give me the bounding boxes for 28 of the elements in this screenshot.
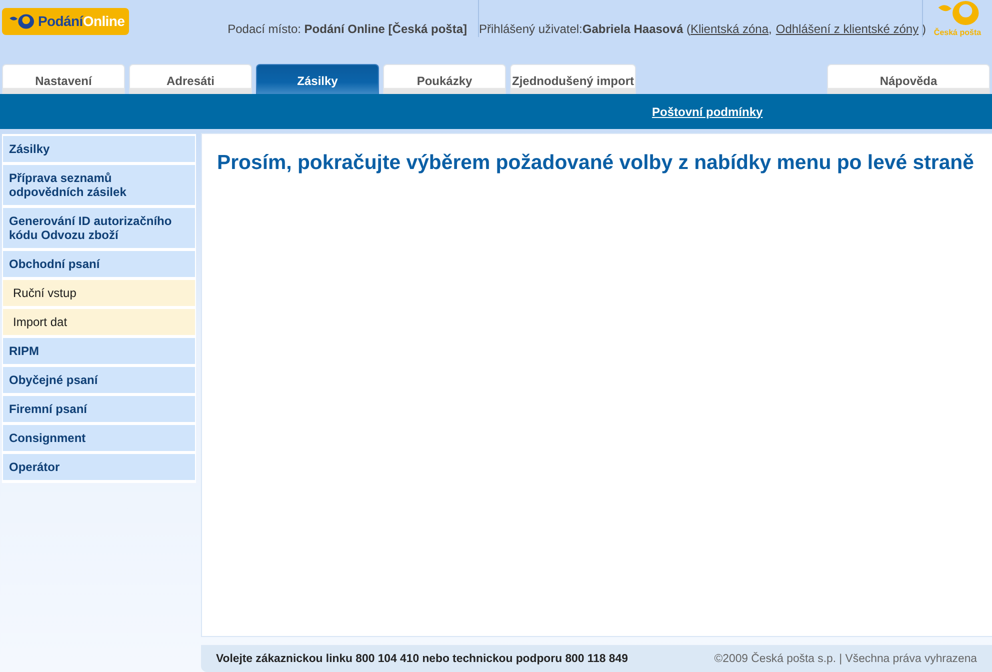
sidebar-item[interactable]: RIPM: [3, 338, 195, 364]
tab[interactable]: Adresáti: [129, 64, 252, 94]
sidebar-item[interactable]: Consignment: [3, 425, 195, 451]
sidebar-item[interactable]: Operátor: [3, 454, 195, 480]
help-tab[interactable]: Nápověda: [827, 64, 990, 94]
post-office-text: Podací místo: Podání Online [Česká pošta]: [228, 22, 467, 36]
sidebar-subitem[interactable]: Ruční vstup: [3, 280, 195, 306]
sidebar-item[interactable]: Příprava seznamů odpovědních zásilek: [3, 165, 195, 205]
tab[interactable]: Nastavení: [2, 64, 125, 94]
copyright-text: ©2009 Česká pošta s.p. | Všechna práva vyhrazena: [714, 652, 977, 664]
page-heading: Prosím, pokračujte výběrem požadované volby z nabídky menu po levé straně: [217, 151, 975, 175]
ring-logo-icon: [936, 1, 978, 25]
header-link[interactable]: Klientská zóna: [690, 22, 769, 36]
sidebar-item[interactable]: Zásilky: [3, 136, 195, 162]
brand-text: Česká pošta: [934, 28, 982, 37]
header-link[interactable]: Odhlášení z klientské zóny: [776, 22, 919, 36]
tab[interactable]: Zásilky: [256, 64, 379, 94]
tab[interactable]: Poukázky: [383, 64, 506, 94]
sidebar-subitem[interactable]: Import dat: [3, 309, 195, 335]
hotline-text: Volejte zákaznickou linku 800 104 410 nebo technickou podporu 800 118 849: [216, 652, 628, 664]
logo-text: PodáníOnline: [38, 13, 125, 30]
postal-terms-link[interactable]: Poštovní podmínky: [652, 104, 763, 118]
tab[interactable]: Zjednodušený import: [510, 64, 636, 94]
sidebar-item[interactable]: Obyčejné psaní: [3, 367, 195, 393]
sidebar-item[interactable]: Generování ID autorizačního kódu Odvozu zboží: [3, 208, 195, 248]
sidebar-item[interactable]: Obchodní psaní: [3, 251, 195, 277]
sidebar-item[interactable]: Firemní psaní: [3, 396, 195, 422]
ring-logo-icon: [9, 14, 34, 29]
